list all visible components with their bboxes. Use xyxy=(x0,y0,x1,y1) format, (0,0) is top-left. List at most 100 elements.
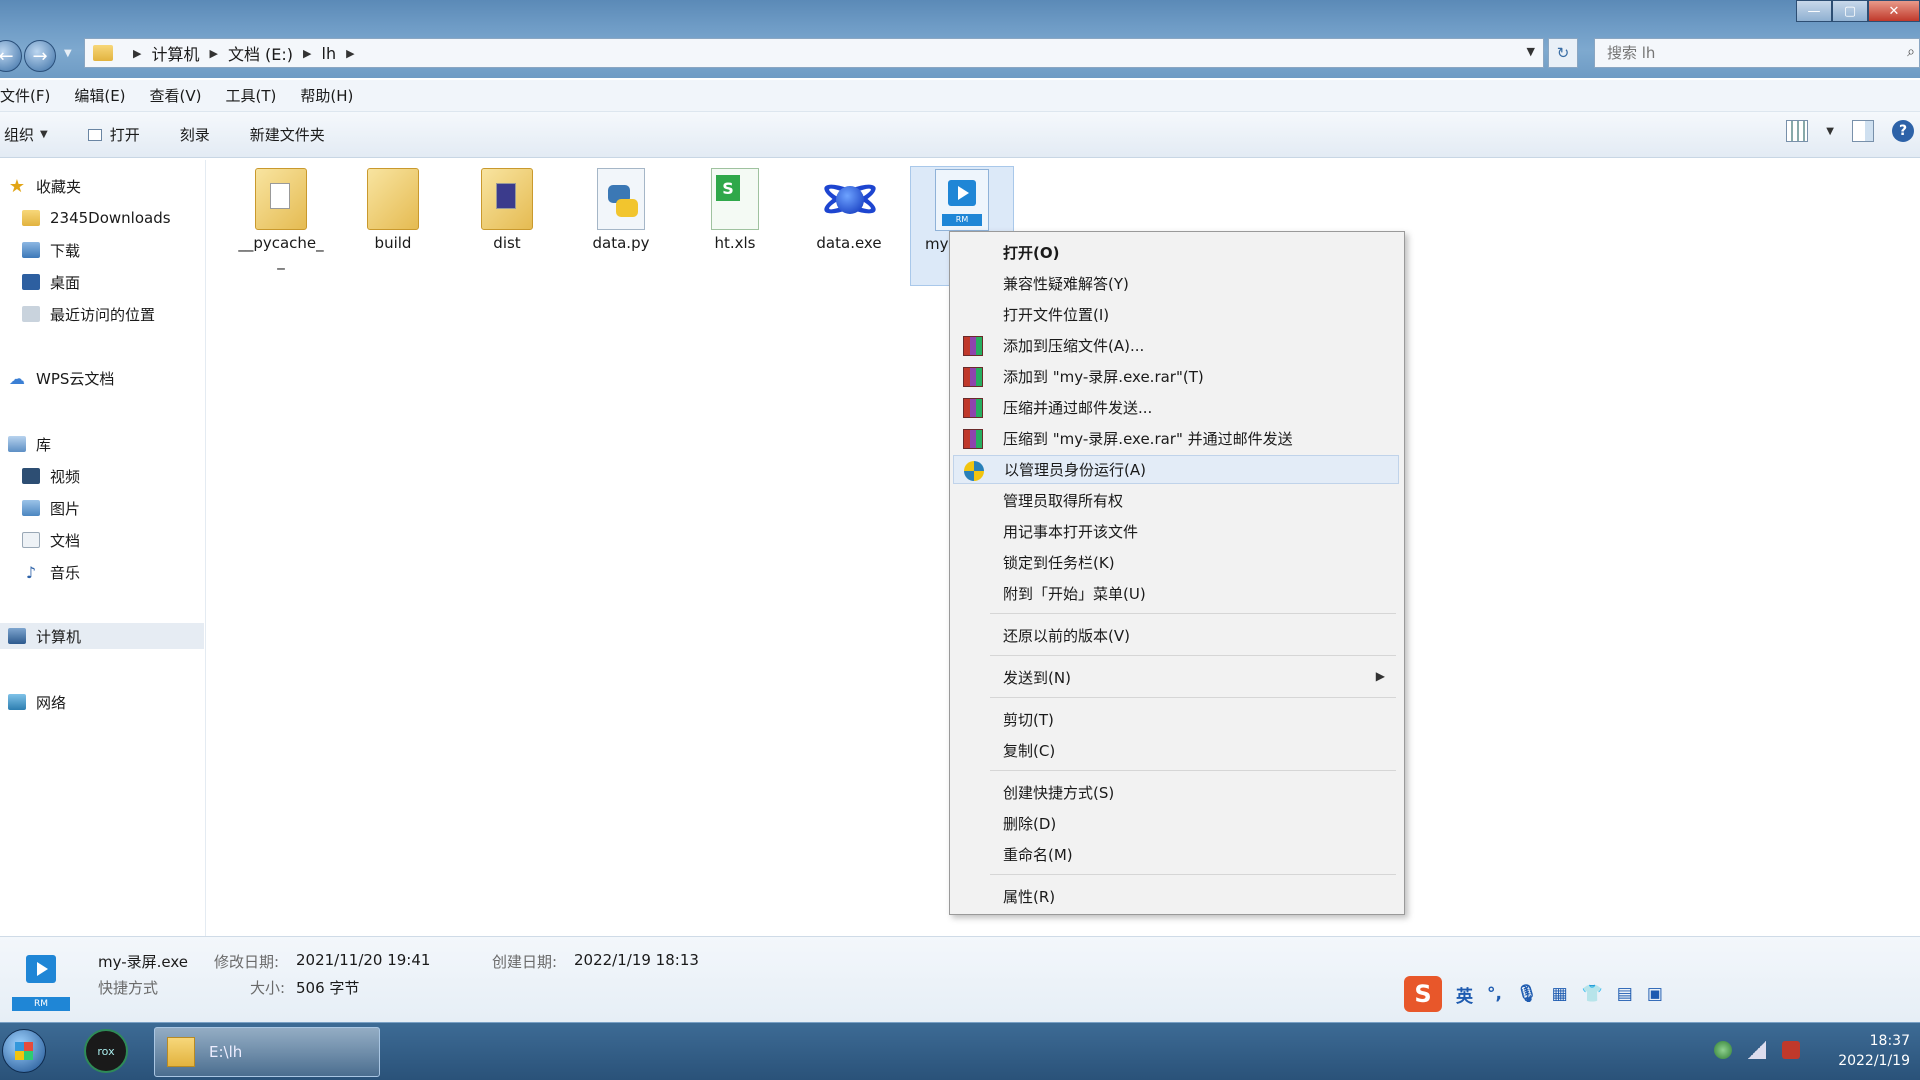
network-signal-icon[interactable] xyxy=(1748,1041,1766,1059)
burn-button[interactable]: 刻录 xyxy=(160,124,230,145)
context-menu-pin-start[interactable]: 附到「开始」菜单(U) xyxy=(953,579,1399,608)
sidebar-item-network[interactable]: 网络 xyxy=(8,689,66,715)
sidebar-item-computer[interactable]: 计算机 xyxy=(0,623,204,649)
sidebar-item-videos[interactable]: 视频 xyxy=(22,463,80,489)
open-button[interactable]: 打开 xyxy=(68,124,160,145)
recorder-shortcut-icon: RM xyxy=(935,169,989,231)
address-dropdown-icon[interactable]: ▼ xyxy=(1527,45,1535,58)
sidebar-item-favorites[interactable]: ★ 收藏夹 xyxy=(8,173,81,199)
context-menu-open-notepad[interactable]: 用记事本打开该文件 xyxy=(953,517,1399,546)
context-menu-properties[interactable]: 属性(R) xyxy=(953,882,1399,911)
context-menu-run-as-admin[interactable]: 以管理员身份运行(A) xyxy=(953,455,1399,484)
grid-icon[interactable]: ▣ xyxy=(1647,984,1663,1004)
search-box[interactable]: ⌕ xyxy=(1594,38,1920,68)
new-folder-button[interactable]: 新建文件夹 xyxy=(230,124,345,145)
context-menu-open[interactable]: 打开(O) xyxy=(953,238,1399,267)
preview-pane-icon[interactable] xyxy=(1852,120,1874,142)
file-item-build[interactable]: build xyxy=(338,168,448,252)
start-button[interactable] xyxy=(2,1029,46,1073)
sidebar-item-wps-cloud[interactable]: ☁ WPS云文档 xyxy=(8,365,114,391)
context-menu-compress-rar-email[interactable]: 压缩到 "my-录屏.exe.rar" 并通过邮件发送 xyxy=(953,424,1399,453)
menu-separator xyxy=(990,613,1396,614)
file-item-ht-xls[interactable]: S ht.xls xyxy=(680,168,790,252)
menu-separator xyxy=(990,770,1396,771)
breadcrumb-drive-e[interactable]: 文档 (E:) xyxy=(228,41,293,65)
taskbar-app-rox[interactable]: rox xyxy=(84,1029,128,1073)
back-button[interactable]: ← xyxy=(0,40,22,72)
search-icon[interactable]: ⌕ xyxy=(1907,44,1915,60)
refresh-button[interactable]: ↻ xyxy=(1548,38,1578,68)
menu-separator xyxy=(990,697,1396,698)
context-menu-take-ownership[interactable]: 管理员取得所有权 xyxy=(953,486,1399,515)
sidebar-item-recent[interactable]: 最近访问的位置 xyxy=(22,301,155,327)
context-menu-compress-email[interactable]: 压缩并通过邮件发送... xyxy=(953,393,1399,422)
file-item-dist[interactable]: dist xyxy=(452,168,562,252)
context-menu-add-archive[interactable]: 添加到压缩文件(A)... xyxy=(953,331,1399,360)
context-menu-rename[interactable]: 重命名(M) xyxy=(953,840,1399,869)
sidebar-item-documents[interactable]: 文档 xyxy=(22,527,80,553)
context-menu-create-shortcut[interactable]: 创建快捷方式(S) xyxy=(953,778,1399,807)
sidebar-item-pictures[interactable]: 图片 xyxy=(22,495,80,521)
volume-icon[interactable] xyxy=(1782,1041,1800,1059)
context-menu-restore-versions[interactable]: 还原以前的版本(V) xyxy=(953,621,1399,650)
context-menu-add-to-rar[interactable]: 添加到 "my-录屏.exe.rar"(T) xyxy=(953,362,1399,391)
context-menu-send-to[interactable]: 发送到(N) ▶ xyxy=(953,663,1399,692)
chevron-down-icon[interactable]: ▼ xyxy=(1826,126,1834,137)
context-menu-delete[interactable]: 删除(D) xyxy=(953,809,1399,838)
keyboard-icon[interactable]: ▦ xyxy=(1552,984,1568,1004)
context-menu-open-location[interactable]: 打开文件位置(I) xyxy=(953,300,1399,329)
menu-view[interactable]: 查看(V) xyxy=(138,85,214,106)
refresh-icon: ↻ xyxy=(1556,44,1570,62)
forward-button[interactable]: → xyxy=(24,40,56,72)
sogou-logo-icon[interactable]: S xyxy=(1404,976,1442,1012)
recent-pages-dropdown[interactable]: ▼ xyxy=(64,48,72,59)
menu-item-label: 打开(O) xyxy=(1003,244,1060,262)
taskbar-explorer-window[interactable]: E:\lh xyxy=(154,1027,380,1077)
context-menu-pin-taskbar[interactable]: 锁定到任务栏(K) xyxy=(953,548,1399,577)
maximize-button[interactable]: ▢ xyxy=(1832,0,1868,22)
menu-item-label: 属性(R) xyxy=(1003,888,1056,906)
close-button[interactable]: ✕ xyxy=(1868,0,1920,22)
menu-edit[interactable]: 编辑(E) xyxy=(62,85,137,106)
open-label: 打开 xyxy=(109,126,140,144)
sidebar-item-2345downloads[interactable]: 2345Downloads xyxy=(22,205,171,231)
punctuation-icon[interactable]: °, xyxy=(1487,984,1502,1004)
context-menu-copy[interactable]: 复制(C) xyxy=(953,736,1399,765)
search-input[interactable] xyxy=(1607,44,1877,62)
menu-item-label: 压缩到 "my-录屏.exe.rar" 并通过邮件发送 xyxy=(1003,430,1293,448)
skin-icon[interactable]: 👕 xyxy=(1582,984,1603,1004)
file-item-data-exe[interactable]: data.exe xyxy=(794,168,904,252)
context-menu-troubleshoot[interactable]: 兼容性疑难解答(Y) xyxy=(953,269,1399,298)
sidebar-item-libraries[interactable]: 库 xyxy=(8,431,51,457)
toolbox-icon[interactable]: ▤ xyxy=(1617,984,1633,1004)
documents-icon xyxy=(22,532,40,548)
sidebar-item-downloads[interactable]: 下载 xyxy=(22,237,80,263)
sidebar-item-label: 视频 xyxy=(50,467,81,486)
chevron-right-icon[interactable]: ▶ xyxy=(209,47,217,60)
tray-app-icon[interactable] xyxy=(1714,1041,1732,1059)
menu-help[interactable]: 帮助(H) xyxy=(288,85,365,106)
minimize-button[interactable]: — xyxy=(1796,0,1832,22)
menu-tools[interactable]: 工具(T) xyxy=(214,85,289,106)
menu-file[interactable]: 文件(F) xyxy=(0,85,62,106)
breadcrumb-lh[interactable]: lh xyxy=(322,44,337,63)
address-bar[interactable]: ▶ 计算机 ▶ 文档 (E:) ▶ lh ▶ ▼ xyxy=(84,38,1544,68)
chevron-right-icon[interactable]: ▶ xyxy=(346,47,354,60)
sidebar-item-music[interactable]: ♪ 音乐 xyxy=(22,559,80,585)
clock[interactable]: 18:37 2022/1/19 xyxy=(1838,1031,1910,1071)
sidebar-item-label: 文档 xyxy=(50,531,81,550)
chevron-right-icon[interactable]: ▶ xyxy=(133,47,141,60)
file-item-pycache[interactable]: __pycache_ _ xyxy=(226,168,336,270)
file-item-data-py[interactable]: data.py xyxy=(566,168,676,252)
context-menu-cut[interactable]: 剪切(T) xyxy=(953,705,1399,734)
chevron-right-icon[interactable]: ▶ xyxy=(303,47,311,60)
organize-button[interactable]: 组织 ▼ xyxy=(0,124,68,145)
change-view-icon[interactable] xyxy=(1786,120,1809,142)
help-icon[interactable]: ? xyxy=(1892,120,1914,142)
breadcrumb-computer[interactable]: 计算机 xyxy=(151,41,199,65)
sidebar-item-desktop[interactable]: 桌面 xyxy=(22,269,80,295)
ime-language-toggle[interactable]: 英 xyxy=(1456,982,1473,1007)
microphone-icon[interactable]: 🎙 xyxy=(1516,984,1538,1004)
details-size-label: 大小: xyxy=(250,979,286,997)
menu-item-label: 兼容性疑难解答(Y) xyxy=(1003,275,1129,293)
